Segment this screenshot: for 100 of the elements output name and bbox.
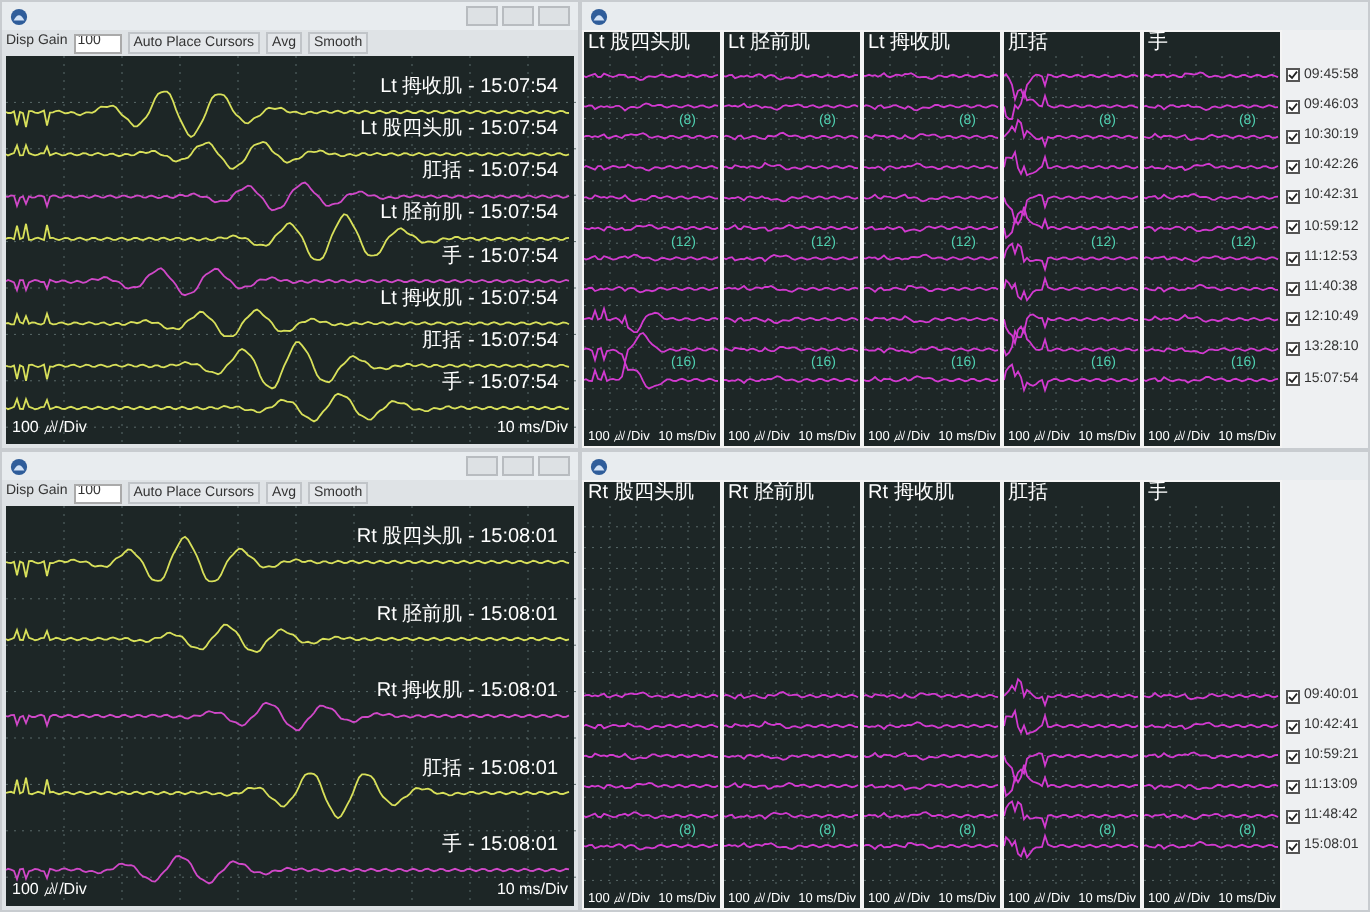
- checkbox[interactable]: [1286, 839, 1300, 853]
- trace-label: 手 - 15:07:54: [442, 372, 558, 394]
- check-icon: [1288, 691, 1298, 701]
- emg-trace: [1144, 840, 1279, 850]
- emg-trace: [1004, 677, 1139, 708]
- time-scale: 10 ms/Div: [496, 878, 568, 902]
- emg-trace: [584, 305, 719, 334]
- emg-trace: [584, 722, 719, 731]
- checkbox[interactable]: [1286, 311, 1300, 326]
- emg-trace: [724, 811, 859, 821]
- check-icon: [1288, 313, 1298, 324]
- trace-label: 肛括 - 15:07:54: [422, 160, 558, 183]
- check-icon: [1288, 374, 1298, 385]
- panel-title: Rt 胫前肌: [726, 482, 816, 506]
- emg-trace: [1144, 691, 1279, 701]
- panel-title: 手: [1146, 32, 1170, 56]
- trace-label: Lt 胫前肌 - 15:07:54: [380, 202, 558, 225]
- check-icon: [1288, 344, 1298, 355]
- emg-trace: [1144, 103, 1279, 111]
- check-icon: [1288, 222, 1298, 233]
- emg-trace: [724, 102, 859, 111]
- check-icon: [1288, 721, 1298, 731]
- checkbox[interactable]: [1286, 99, 1300, 114]
- checkbox[interactable]: [1286, 68, 1300, 83]
- checkbox[interactable]: [1286, 809, 1300, 823]
- emg-trace: [1144, 255, 1279, 263]
- emg-trace: [1144, 132, 1279, 141]
- emg-trace: [1144, 783, 1279, 791]
- checkbox[interactable]: [1286, 749, 1300, 763]
- emg-trace: [1144, 193, 1279, 201]
- emg-trace: [1004, 313, 1139, 347]
- emg-trace: [1144, 313, 1279, 323]
- emg-trace: [584, 359, 719, 390]
- panel-title: Lt 胫前肌: [726, 32, 813, 56]
- panel-title: Lt 拇收肌: [866, 32, 953, 56]
- emg-trace: [1144, 71, 1279, 79]
- checkbox[interactable]: [1286, 220, 1300, 235]
- checkbox[interactable]: [1286, 160, 1300, 175]
- emg-trace: [1004, 708, 1139, 736]
- checkbox[interactable]: [1286, 342, 1300, 357]
- emg-trace: [864, 193, 999, 203]
- emg-trace: [724, 842, 859, 850]
- emg-trace: [864, 284, 999, 293]
- check-icon: [1288, 101, 1298, 112]
- app-logo-icon: [590, 7, 608, 25]
- emg-trace: [1144, 162, 1279, 172]
- check-icon: [1288, 70, 1298, 81]
- trace-label: 肛括 - 15:08:01: [422, 757, 558, 779]
- emg-trace: [1144, 283, 1279, 293]
- emg-trace: [724, 753, 859, 761]
- emg-trace: [724, 316, 859, 325]
- app-logo-icon: [10, 7, 28, 25]
- emg-trace: [584, 843, 719, 851]
- amplitude-scale: 100 ㎶/Div: [12, 878, 87, 902]
- emg-trace: [1004, 149, 1139, 177]
- emg-trace: [1144, 721, 1279, 731]
- panel-title: 肛括: [1006, 32, 1050, 56]
- emg-trace: [1004, 193, 1139, 226]
- emg-trace: [864, 751, 999, 761]
- emg-trace: [584, 752, 719, 761]
- check-icon: [1288, 811, 1298, 821]
- emg-trace: [864, 721, 999, 731]
- checkbox[interactable]: [1286, 129, 1300, 144]
- trace-label: 手 - 15:08:01: [442, 834, 558, 856]
- emg-trace: [1144, 347, 1279, 355]
- emg-trace: [1144, 376, 1279, 384]
- emg-trace: [584, 224, 719, 232]
- emg-trace: [724, 195, 859, 203]
- emg-trace: [1004, 72, 1139, 103]
- check-icon: [1288, 781, 1298, 791]
- checkbox[interactable]: [1286, 372, 1300, 387]
- emg-trace: [1004, 275, 1139, 303]
- checkbox[interactable]: [1286, 779, 1300, 793]
- trace-label: Lt 拇收肌 - 15:07:54: [380, 76, 558, 98]
- emg-trace: [1004, 325, 1139, 357]
- emg-trace: [584, 811, 719, 820]
- emg-trace: [864, 345, 999, 354]
- emg-trace: [584, 132, 719, 140]
- checkbox[interactable]: [1286, 719, 1300, 733]
- trace-label: 手 - 15:07:54: [442, 245, 558, 268]
- panel-title: Rt 拇收肌: [866, 482, 956, 506]
- checkbox[interactable]: [1286, 190, 1300, 205]
- check-icon: [1288, 131, 1298, 142]
- emg-trace: [1144, 225, 1279, 233]
- emg-trace: [1004, 752, 1139, 784]
- trace-label: Lt 拇收肌 - 15:07:54: [380, 287, 558, 310]
- emg-trace: [864, 783, 999, 791]
- checkbox[interactable]: [1286, 689, 1300, 703]
- checkbox[interactable]: [1286, 281, 1300, 296]
- check-icon: [1288, 253, 1298, 264]
- app-logo-icon: [10, 457, 28, 475]
- emg-trace: [584, 782, 719, 790]
- emg-trace: [864, 103, 999, 112]
- checkbox[interactable]: [1286, 251, 1300, 266]
- emg-trace: [864, 811, 999, 819]
- emg-trace: [724, 691, 859, 700]
- trace-label: 肛括 - 15:07:54: [422, 329, 558, 352]
- amplitude-scale: 100 ㎶/Div: [12, 416, 87, 440]
- emg-trace: [584, 72, 719, 81]
- emg-trace: [724, 73, 859, 81]
